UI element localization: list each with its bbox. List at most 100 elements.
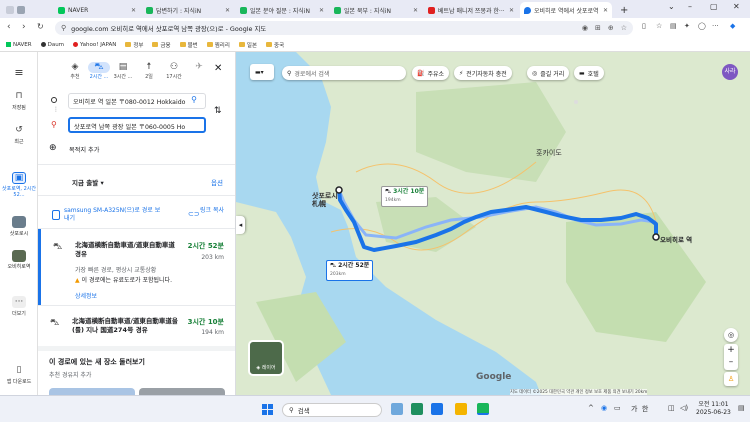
chip-things-to-do[interactable]: ◎ 즐길 거리 <box>527 66 570 80</box>
forward-icon[interactable]: › <box>22 22 26 32</box>
favorites-icon[interactable]: ☆ <box>656 22 662 30</box>
tab-naver[interactable]: NAVER ✕ <box>54 2 140 18</box>
rail-saved[interactable]: ⊓ 저장됨 <box>0 90 38 111</box>
translate-icon[interactable]: ⊞ <box>595 24 601 32</box>
browser-active-icon[interactable] <box>477 403 489 415</box>
new-tab-button[interactable]: + <box>616 2 630 18</box>
rail-obihiro[interactable]: 오비히로역 <box>0 250 38 270</box>
extensions-icon[interactable]: ✦ <box>684 22 690 30</box>
collections-icon[interactable]: ▤ <box>670 22 677 30</box>
tab-dropdown[interactable] <box>2 2 42 18</box>
tab-kin-north[interactable]: 일본 북부 : 지식iN ✕ <box>330 2 422 18</box>
url-field[interactable]: ⚲ google.com 오비히로 역에서 삿포로역 남쪽 광장(으)로 - G… <box>55 21 633 35</box>
place-card-thumbnail[interactable] <box>49 388 135 395</box>
close-window-icon[interactable]: ✕ <box>733 2 740 11</box>
mode-walk[interactable]: ☨ 2일 <box>138 62 160 80</box>
taskbar-search[interactable]: ⚲ 검색 <box>282 403 382 417</box>
tab-kin-japan[interactable]: 일본 분야 질문 : 지식iN ✕ <box>236 2 328 18</box>
rail-sapporo[interactable]: 삿포로시 <box>0 216 38 237</box>
bookmark-folder-4[interactable]: 찜리리 <box>206 41 230 49</box>
clock[interactable]: 오전 11:01 2025-06-23 <box>696 401 731 417</box>
origin-marker[interactable] <box>652 233 660 241</box>
back-icon[interactable]: ‹ <box>7 22 11 32</box>
ime-indicator[interactable]: 가 한 <box>631 404 648 414</box>
bookmark-naver[interactable]: NAVER <box>6 42 32 48</box>
chip-ev[interactable]: ⚡ 전기자동차 충전 <box>454 66 512 80</box>
location-icon[interactable]: ◉ <box>582 24 588 32</box>
app-icon[interactable] <box>411 403 423 415</box>
mode-drive[interactable]: ⛍ 2시간 ... <box>88 62 110 80</box>
reload-icon[interactable]: ↻ <box>37 22 44 31</box>
close-directions-icon[interactable]: ✕ <box>214 63 222 74</box>
minimize-icon[interactable]: – <box>688 2 692 11</box>
tab-kin-answer[interactable]: 답변하기 : 지식iN ✕ <box>142 2 234 18</box>
rail-more[interactable]: ··· 더보기 <box>0 296 38 317</box>
options-button[interactable]: 옵션 <box>211 177 223 187</box>
rail-recent[interactable]: ↺ 최근 <box>0 124 38 145</box>
collapse-panel-icon[interactable]: ◂ <box>236 216 245 234</box>
zoom-out-icon[interactable]: – <box>724 357 738 370</box>
bookmark-folder-finance[interactable]: 금융 <box>152 41 171 49</box>
bookmark-yahoo[interactable]: Yahoo! JAPAN <box>73 42 116 48</box>
notification-icon[interactable]: ▤ <box>738 404 745 412</box>
route-option-2[interactable]: ⛍ 北海道横断自動車道/道東自動車道을(를) 지나 国道274号 경유 3시간 … <box>38 306 235 342</box>
mode-transit[interactable]: ▤ 3시간 ... <box>112 62 134 80</box>
site-info-icon[interactable]: ⚲ <box>61 24 66 32</box>
bookmark-folder-japan[interactable]: 일본 <box>238 41 257 49</box>
map-type-button[interactable]: ▬▾ <box>250 64 274 80</box>
menu-icon[interactable]: ≡ <box>0 66 38 79</box>
place-card-thumbnail[interactable] <box>139 388 225 395</box>
add-destination-button[interactable]: 목적지 추가 <box>69 145 99 154</box>
account-avatar[interactable]: 사라 <box>722 64 738 80</box>
bookmark-daum[interactable]: Daum <box>40 42 64 48</box>
rail-current-route[interactable]: ▣ 삿포로역, 2시간 52... <box>0 172 38 198</box>
mode-flight[interactable]: ✈ <box>188 62 210 73</box>
tab-close-icon[interactable]: ✕ <box>319 7 324 14</box>
tab-search-icon[interactable]: ⌄ <box>668 2 675 11</box>
tab-google-maps[interactable]: 오비히로 역에서 삿포로역 ✕ <box>520 2 612 18</box>
widgets-icon[interactable] <box>391 403 403 415</box>
tray-chevron-icon[interactable]: ^ <box>588 404 594 412</box>
bookmark-folder-3[interactable]: 블번 <box>179 41 198 49</box>
copilot-icon[interactable]: ◆ <box>730 22 735 30</box>
depart-now-dropdown[interactable]: 지금 출발 ▾ <box>72 177 104 187</box>
tab-close-icon[interactable]: ✕ <box>131 7 136 14</box>
more-menu-icon[interactable]: ··· <box>712 22 719 30</box>
bookmark-folder-gov[interactable]: 정부 <box>125 41 143 49</box>
layers-button[interactable]: ◈ 레이어 <box>248 340 284 376</box>
windows-start-icon[interactable] <box>262 404 273 415</box>
tab-close-icon[interactable]: ✕ <box>603 7 608 14</box>
bookmark-folder-china[interactable]: 중국 <box>266 41 284 49</box>
file-explorer-icon[interactable] <box>455 403 467 415</box>
swap-icon[interactable]: ⇅ <box>214 106 222 116</box>
details-link[interactable]: 상세정보 <box>75 291 97 300</box>
tab-youtube[interactable]: 베트남 매니저 쯔몽과 한··· ✕ <box>424 2 518 18</box>
pegman-icon[interactable]: ♙ <box>724 372 738 386</box>
destination-input[interactable]: 삿포로역 남쪽 광장 일본 〒060-0005 Ho <box>68 117 206 133</box>
zoom-icon[interactable]: ⊕ <box>608 24 614 32</box>
bookmark-star-icon[interactable]: ☆ <box>621 24 627 32</box>
search-icon[interactable]: ⚲ <box>186 95 202 107</box>
network-icon[interactable]: ◫ <box>668 404 675 412</box>
send-to-phone-link[interactable]: samsung SM-A325N(으)로 경로 보내기 <box>64 207 164 223</box>
edge-icon[interactable] <box>431 403 443 415</box>
chip-hotel[interactable]: ▬ 호텔 <box>574 66 604 80</box>
chip-gas[interactable]: ⛽ 주유소 <box>412 66 450 80</box>
map-canvas[interactable]: ▬▾ ⚲ 경로에서 검색 ⛽ 주유소 ⚡ 전기자동차 충전 ◎ 즐길 거리 ▬ 호텔 사라… <box>236 52 750 395</box>
zoom-in-icon[interactable]: + <box>724 344 738 357</box>
mode-best[interactable]: ◈ 추천 <box>64 62 86 80</box>
search-along-route[interactable]: ⚲ 경로에서 검색 <box>282 66 406 80</box>
mode-bike[interactable]: ⚇ 17시간 <box>163 62 185 80</box>
rail-download[interactable]: ▯ 앱 다운로드 <box>0 364 38 385</box>
tray-app-icon[interactable]: ◉ <box>601 404 607 412</box>
volume-icon[interactable]: ◁) <box>680 404 688 412</box>
tab-close-icon[interactable]: ✕ <box>509 7 514 14</box>
maximize-icon[interactable]: ▢ <box>710 2 718 11</box>
route-time-chip-2[interactable]: ⛍ 3시간 10분 194km <box>381 186 429 207</box>
split-icon[interactable]: ▯ <box>642 22 646 30</box>
tray-keyboard-icon[interactable]: ▭ <box>614 404 621 412</box>
my-location-icon[interactable]: ◎ <box>724 328 738 342</box>
route-time-chip-1[interactable]: ⛍ 2시간 52분 203km <box>326 260 374 281</box>
profile-icon[interactable]: ◯ <box>698 22 706 30</box>
route-option-1[interactable]: ⛍ 北海道横断自動車道/道東自動車道 경유 2시간 52분 203 km 가장 … <box>38 229 235 305</box>
